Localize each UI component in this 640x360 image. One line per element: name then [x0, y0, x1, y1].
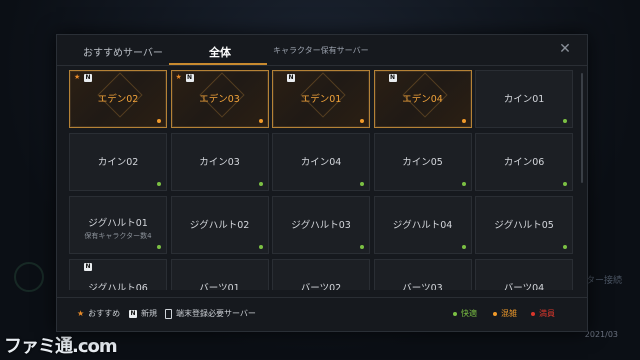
server-card[interactable]: バーツ03: [373, 259, 472, 290]
server-card[interactable]: カイン01: [475, 70, 573, 128]
server-card[interactable]: ジグハルト01 保有キャラクター数4: [69, 196, 167, 254]
server-name: ジグハルト03: [291, 220, 351, 231]
server-name: カイン05: [402, 157, 443, 168]
server-card[interactable]: ジグハルト02: [170, 196, 269, 254]
server-card[interactable]: N ジグハルト06: [69, 259, 167, 290]
new-badge-icon: N: [388, 74, 397, 82]
new-badge-icon: N: [84, 74, 92, 82]
legend-device-label: 端末登録必要サーバー: [176, 309, 256, 318]
server-card[interactable]: バーツ04: [475, 259, 573, 290]
server-card[interactable]: N エデン01: [272, 70, 370, 128]
legend-new-label: 新規: [141, 309, 157, 318]
server-name: ジグハルト01: [88, 218, 148, 229]
tab-owned-character-servers[interactable]: キャラクター保有サーバー: [273, 45, 369, 56]
server-name: ジグハルト05: [494, 220, 554, 231]
status-busy-dot-icon: [493, 311, 497, 316]
server-card[interactable]: バーツ02: [272, 259, 370, 290]
background-ring-icon: [14, 262, 44, 292]
legend-full: 満員: [531, 308, 555, 319]
server-card[interactable]: カイン03: [170, 133, 269, 191]
server-card[interactable]: ジグハルト05: [475, 196, 573, 254]
server-card[interactable]: ジグハルト03: [272, 196, 370, 254]
server-name: エデン02: [97, 94, 139, 105]
status-fast-dot-icon: [461, 245, 466, 249]
legend-full-label: 満員: [539, 309, 555, 318]
status-fast-dot-icon: [258, 245, 263, 249]
server-select-dialog: おすすめサーバー 全体 キャラクター保有サーバー ✕ ★ N エデン02 ★ N エデン0…: [56, 34, 588, 332]
phone-icon: [165, 308, 172, 319]
server-grid: ★ N エデン02 ★ N エデン03 N エデン01 N エデン04 カイン01 カイン02 カイン0…: [69, 70, 573, 290]
server-name: バーツ03: [402, 283, 443, 290]
tab-divider: [57, 65, 587, 66]
legend-new: N 新規: [129, 308, 157, 319]
status-fast-dot-icon: [461, 182, 466, 186]
legend-busy: 混雑: [493, 308, 517, 319]
status-busy-dot-icon: [360, 119, 364, 123]
server-name: ジグハルト06: [88, 283, 148, 290]
legend-fast: 快適: [453, 308, 477, 319]
status-fast-dot-icon: [563, 182, 567, 186]
server-name: カイン03: [199, 157, 240, 168]
server-name: カイン06: [503, 157, 545, 168]
legend-recommended: ★ おすすめ: [77, 308, 120, 319]
star-icon: ★: [74, 73, 81, 81]
tab-recommended-servers[interactable]: おすすめサーバー: [83, 44, 163, 59]
status-fast-dot-icon: [563, 245, 567, 249]
star-icon: ★: [175, 73, 182, 81]
watermark-logo: ファミ通.com: [4, 336, 118, 357]
status-fast-dot-icon: [258, 182, 263, 186]
server-card[interactable]: カイン06: [475, 133, 573, 191]
server-name: エデン04: [402, 94, 443, 105]
server-name: カイン04: [300, 157, 342, 168]
server-name: エデン01: [300, 94, 342, 105]
close-icon[interactable]: ✕: [557, 41, 573, 57]
status-fast-dot-icon: [453, 311, 457, 316]
server-name: カイン02: [97, 157, 139, 168]
server-card[interactable]: ジグハルト04: [373, 196, 472, 254]
new-badge-icon: N: [129, 309, 137, 318]
server-card[interactable]: カイン04: [272, 133, 370, 191]
new-badge-icon: N: [287, 74, 295, 82]
scrollbar[interactable]: [581, 73, 583, 183]
server-card[interactable]: カイン05: [373, 133, 472, 191]
legend-bar: ★ おすすめ N 新規 端末登録必要サーバー 快適 混雑 満員: [57, 297, 587, 332]
background-date: 2021/03: [584, 330, 618, 339]
server-card[interactable]: ★ N エデン03: [170, 70, 269, 128]
status-fast-dot-icon: [360, 245, 364, 249]
status-fast-dot-icon: [157, 182, 161, 186]
legend-device-registration: 端末登録必要サーバー: [165, 308, 256, 319]
legend-recommended-label: おすすめ: [88, 309, 121, 318]
status-busy-dot-icon: [258, 119, 263, 123]
server-name: バーツ01: [199, 283, 240, 290]
legend-fast-label: 快適: [461, 309, 477, 318]
server-name: バーツ02: [300, 283, 342, 290]
server-card[interactable]: N エデン04: [373, 70, 472, 128]
owned-character-count: 保有キャラクター数4: [84, 232, 152, 240]
new-badge-icon: N: [84, 263, 92, 271]
server-name: バーツ04: [503, 283, 545, 290]
background-connect-text: ター接続: [585, 276, 622, 286]
server-card[interactable]: ★ N エデン02: [69, 70, 167, 128]
new-badge-icon: N: [185, 74, 194, 82]
legend-busy-label: 混雑: [501, 309, 517, 318]
server-name: カイン01: [503, 94, 545, 105]
server-name: エデン03: [199, 94, 240, 105]
server-name: ジグハルト04: [392, 220, 453, 231]
star-icon: ★: [77, 309, 85, 318]
status-fast-dot-icon: [157, 245, 161, 249]
status-fast-dot-icon: [360, 182, 364, 186]
server-card[interactable]: カイン02: [69, 133, 167, 191]
tab-bar: おすすめサーバー 全体 キャラクター保有サーバー: [57, 35, 587, 65]
server-name: ジグハルト02: [189, 220, 250, 231]
status-fast-dot-icon: [563, 119, 567, 123]
server-card[interactable]: バーツ01: [170, 259, 269, 290]
tab-all[interactable]: 全体: [209, 44, 231, 60]
status-busy-dot-icon: [157, 119, 161, 123]
status-busy-dot-icon: [461, 119, 466, 123]
status-full-dot-icon: [531, 311, 535, 316]
